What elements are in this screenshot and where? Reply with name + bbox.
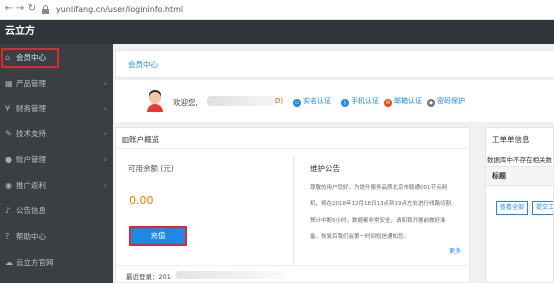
auth-email-link[interactable]: ✉ 邮箱认证 bbox=[384, 96, 422, 107]
yen-icon: ¥ bbox=[5, 104, 11, 113]
ticket-table-header: 标题 bbox=[486, 166, 553, 186]
chevron-right-icon: › bbox=[103, 104, 107, 113]
chevron-right-icon: › bbox=[103, 155, 107, 164]
cloud-icon: ☁ bbox=[5, 258, 13, 267]
auth-label: 密码保护 bbox=[437, 97, 465, 105]
grid-icon: ▦ bbox=[5, 79, 13, 88]
card-title-text: 账户概览 bbox=[129, 135, 160, 144]
auth-label: 实名认证 bbox=[303, 97, 331, 105]
shield-icon: ◆ bbox=[427, 99, 435, 107]
phone-icon: ▯ bbox=[341, 99, 349, 107]
sidebar-item-account[interactable]: ● 账户管理 › bbox=[0, 148, 113, 172]
id-card-icon: ▭ bbox=[293, 99, 301, 107]
notice-line: 预计中断5小时，数据都非常安全，请和我开展前做好准 bbox=[310, 218, 446, 224]
notice-line: 备，恢复后我们会第一时间短信通知您。 bbox=[310, 234, 410, 240]
account-overview-card: ▥账户概览 可用余额 (元) 0.00 充值 维护公告 尊敬的用户您好，为提升服… bbox=[115, 127, 470, 283]
top-bar: 云立方 bbox=[0, 20, 554, 44]
avatar[interactable] bbox=[145, 90, 165, 112]
notice-title: 维护公告 bbox=[310, 164, 340, 173]
auth-label: 手机认证 bbox=[351, 97, 379, 105]
help-icon: ? bbox=[5, 232, 10, 241]
sidebar-item-label: 技术支持 bbox=[16, 129, 46, 138]
recharge-button[interactable]: 充值 bbox=[129, 226, 187, 246]
refresh-icon[interactable]: ↻ bbox=[26, 3, 38, 15]
auth-realname-link[interactable]: ▭ 实名认证 bbox=[293, 96, 331, 107]
more-link[interactable]: 更多 bbox=[449, 246, 461, 255]
balance-label: 可用余额 (元) bbox=[128, 164, 174, 173]
last-login: 最近登录：201 bbox=[126, 273, 171, 281]
breadcrumb: 会员中心 bbox=[115, 50, 554, 78]
ticket-empty-message: 数据库中不存在相关数 bbox=[487, 156, 552, 164]
username-redacted bbox=[207, 96, 277, 106]
auth-phone-link[interactable]: ▯ 手机认证 bbox=[341, 96, 379, 107]
sidebar-item-finance[interactable]: ¥ 财务管理 › bbox=[0, 97, 113, 121]
card-title: ▥账户概览 bbox=[122, 134, 159, 145]
arrow-right-icon[interactable]: → bbox=[14, 3, 26, 15]
sidebar-item-label: 财务管理 bbox=[16, 104, 46, 113]
sidebar-item-label: 云立方官网 bbox=[16, 258, 54, 267]
last-login-redacted bbox=[176, 271, 286, 279]
username-tail: D) bbox=[275, 97, 284, 105]
notice-line: 机，将在2018年12月18日13点到19点左右进行线路切割, bbox=[310, 201, 453, 207]
user-icon: ● bbox=[5, 155, 12, 164]
url-text[interactable]: yunlifang.cn/user/logininfo.html bbox=[56, 4, 183, 15]
brand-logo[interactable]: 云立方 bbox=[5, 25, 35, 39]
auth-password-link[interactable]: ◆ 密码保护 bbox=[427, 96, 465, 107]
chevron-right-icon: › bbox=[103, 181, 107, 190]
ticket-info-card: 工单单信息 数据库中不存在相关数 标题 查看全部 提交工 bbox=[485, 127, 554, 283]
chevron-right-icon: › bbox=[103, 129, 107, 138]
mail-icon: ✉ bbox=[384, 99, 392, 107]
bell-icon: ♪ bbox=[5, 206, 11, 215]
sidebar-item-label: 公告信息 bbox=[16, 206, 46, 215]
chevron-right-icon: › bbox=[103, 79, 107, 88]
highlight-box bbox=[1, 48, 59, 68]
users-icon: ◉ bbox=[5, 181, 12, 190]
view-all-button[interactable]: 查看全部 bbox=[496, 201, 529, 215]
sidebar-item-notices[interactable]: ♪ 公告信息 bbox=[0, 199, 113, 223]
sidebar-item-website[interactable]: ☁ 云立方官网 bbox=[0, 251, 113, 275]
sidebar-item-label: 帮助中心 bbox=[16, 232, 46, 241]
sidebar-item-label: 推广返利 bbox=[16, 181, 46, 190]
balance-value: 0.00 bbox=[129, 194, 154, 207]
sidebar: ⌂ 会员中心 ▦ 产品管理 › ¥ 财务管理 › ✎ 技术支持 › ● 账户管理… bbox=[0, 44, 113, 283]
divider bbox=[293, 156, 294, 266]
sidebar-item-help[interactable]: ? 帮助中心 bbox=[0, 225, 113, 249]
submit-ticket-button[interactable]: 提交工 bbox=[532, 201, 553, 215]
ticket-header-title: 标题 bbox=[492, 172, 506, 180]
browser-url-bar: ← → ↻ yunlifang.cn/user/logininfo.html bbox=[0, 0, 554, 20]
breadcrumb-member-center[interactable]: 会员中心 bbox=[128, 59, 158, 70]
wrench-icon: ✎ bbox=[5, 129, 12, 138]
user-info-card: 欢迎您, D) ▭ 实名认证 ▯ 手机认证 ✉ 邮箱认证 ◆ 密码保护 bbox=[115, 80, 554, 122]
divider bbox=[116, 265, 469, 266]
card-header: ▥账户概览 bbox=[116, 128, 469, 149]
sidebar-item-support[interactable]: ✎ 技术支持 › bbox=[0, 122, 113, 146]
notice-line: 尊敬的用户您好，为提升服务品质北京市联通001节点网 bbox=[310, 185, 447, 191]
ticket-title: 工单单信息 bbox=[492, 135, 530, 144]
sidebar-item-referral[interactable]: ◉ 推广返利 › bbox=[0, 174, 113, 198]
sidebar-item-label: 账户管理 bbox=[16, 155, 46, 164]
auth-label: 邮箱认证 bbox=[394, 97, 422, 105]
sidebar-item-products[interactable]: ▦ 产品管理 › bbox=[0, 72, 113, 96]
sidebar-item-label: 产品管理 bbox=[16, 79, 46, 88]
lock-icon bbox=[42, 5, 49, 14]
welcome-text: 欢迎您, bbox=[173, 98, 198, 107]
